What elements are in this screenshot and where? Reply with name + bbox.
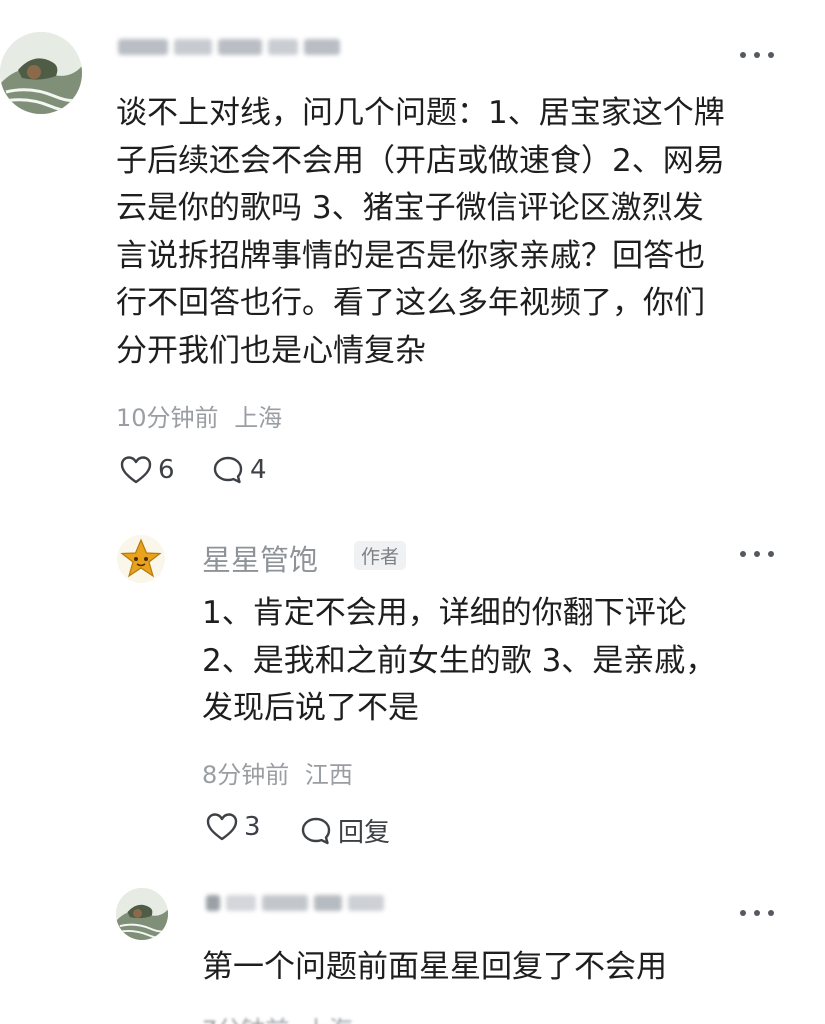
username-blurred — [118, 36, 340, 58]
more-dots-icon[interactable] — [740, 906, 774, 920]
comment-thread: 谈不上对线，问几个问题：1、居宝家这个牌 子后续还会不会用（开店或做速食）2、网… — [0, 0, 825, 1024]
username-blurred — [206, 892, 384, 914]
comment-text-line: 谈不上对线，问几个问题：1、居宝家这个牌 — [116, 95, 725, 131]
more-dots-icon[interactable] — [740, 48, 774, 62]
timestamp: 10分钟前 — [116, 404, 219, 432]
comment-text-line: 行不回答也行。看了这么多年视频了，你们 — [116, 285, 705, 321]
comment-text-line: 发现后说了不是 — [202, 690, 419, 726]
like-count: 3 — [244, 812, 261, 842]
comment-text-line: 1、肯定不会用，详细的你翻下评论 — [202, 595, 687, 631]
reply-count-button[interactable]: 4 — [212, 455, 267, 485]
comment-meta: 10分钟前 上海 — [116, 398, 282, 433]
like-count: 6 — [158, 455, 175, 485]
green-landscape-avatar-icon — [116, 888, 168, 940]
comment-text-line: 子后续还会不会用（开店或做速食）2、网易 — [116, 142, 725, 179]
avatar[interactable] — [0, 32, 82, 114]
comment-meta: 7分钟前 上海 — [202, 1010, 353, 1024]
comment-text-line: 云是你的歌吗 3、猪宝子微信评论区激烈发 — [116, 190, 704, 226]
comment-bubble-icon — [301, 817, 331, 844]
location: 上海 — [305, 1016, 353, 1024]
star-avatar-icon — [117, 535, 165, 583]
like-button[interactable]: 6 — [120, 455, 175, 485]
location: 江西 — [304, 761, 353, 789]
heart-icon — [120, 456, 152, 484]
comment-text-line: 2、是我和之前女生的歌 3、是亲戚， — [202, 642, 717, 679]
heart-icon — [206, 813, 238, 841]
timestamp: 7分钟前 — [202, 1016, 289, 1024]
location: 上海 — [234, 404, 283, 432]
comment-text: 谈不上对线，问几个问题：1、居宝家这个牌 子后续还会不会用（开店或做速食）2、网… — [116, 90, 725, 375]
reply-count: 4 — [250, 455, 267, 485]
avatar[interactable] — [116, 534, 166, 584]
comment-text: 第一个问题前面星星回复了不会用 — [202, 944, 667, 992]
comment-text-line: 言说拆招牌事情的是否是你家亲戚？回答也 — [116, 237, 705, 274]
timestamp: 8分钟前 — [202, 761, 290, 789]
like-button[interactable]: 3 — [206, 812, 261, 842]
author-name[interactable]: 星星管饱 — [202, 537, 318, 579]
comment-text: 1、肯定不会用，详细的你翻下评论 2、是我和之前女生的歌 3、是亲戚， 发现后说… — [202, 590, 716, 733]
comment-bubble-icon — [213, 456, 243, 484]
comment-meta: 8分钟前 江西 — [202, 755, 353, 790]
reply-button[interactable]: 回复 — [300, 812, 390, 849]
more-dots-icon[interactable] — [740, 547, 774, 561]
reply-label: 回复 — [338, 818, 391, 848]
avatar[interactable] — [116, 888, 168, 940]
green-landscape-avatar-icon — [0, 32, 82, 114]
comment-text-line: 分开我们也是心情复杂 — [116, 332, 426, 369]
comment-text-line: 第一个问题前面星星回复了不会用 — [202, 949, 667, 985]
author-badge: 作者 — [354, 541, 407, 570]
